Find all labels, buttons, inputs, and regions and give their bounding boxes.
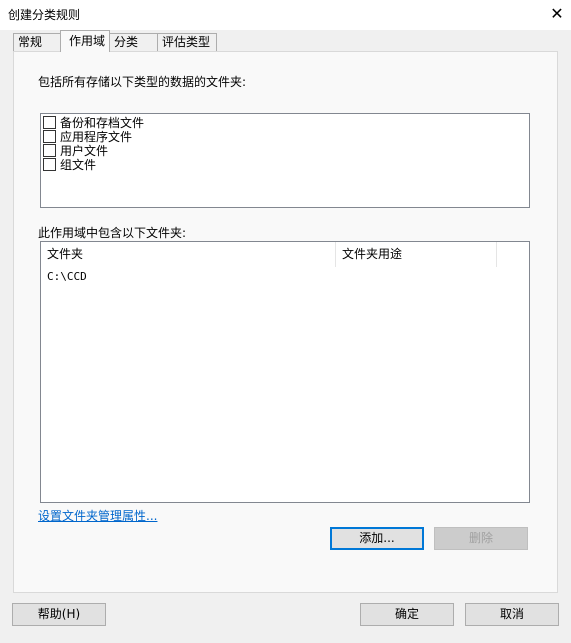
checkbox-label: 备份和存档文件 (60, 116, 145, 130)
checkbox-label: 应用程序文件 (60, 130, 133, 144)
add-button[interactable]: 添加... (330, 527, 424, 550)
folders-list[interactable]: 文件夹 文件夹用途 C:\CCD (40, 241, 530, 503)
folders-label: 此作用域中包含以下文件夹: (38, 226, 187, 240)
window-title: 创建分类规则 (8, 8, 81, 22)
tab-scope-label: 作用域 (69, 34, 106, 48)
tab-panel: 包括所有存储以下类型的数据的文件夹: 备份和存档文件 应用程序文件 用户文件 组… (13, 51, 558, 593)
column-header-usage-label: 文件夹用途 (342, 247, 403, 261)
tab-scope[interactable]: 作用域 (60, 30, 110, 52)
checkbox-box[interactable] (43, 116, 56, 129)
tab-evaluation-type-label: 评估类型 (162, 35, 211, 49)
data-types-list: 备份和存档文件 应用程序文件 用户文件 组文件 (40, 113, 530, 208)
column-header-empty (497, 242, 529, 267)
types-label: 包括所有存储以下类型的数据的文件夹: (38, 75, 247, 89)
folder-management-properties-link[interactable]: 设置文件夹管理属性... (38, 507, 157, 524)
tab-classification-label: 分类 (114, 35, 139, 49)
tab-general-label: 常规 (18, 35, 43, 49)
tab-general[interactable]: 常规 (13, 33, 61, 51)
help-button[interactable]: 帮助(H) (12, 603, 106, 626)
checkbox-label: 用户文件 (60, 144, 109, 158)
remove-button[interactable]: 删除 (434, 527, 528, 550)
ok-button[interactable]: 确定 (360, 603, 454, 626)
checkbox-label: 组文件 (60, 158, 97, 172)
cancel-button[interactable]: 取消 (465, 603, 559, 626)
checkbox-box[interactable] (43, 130, 56, 143)
checkbox-group-files[interactable]: 组文件 (43, 158, 144, 172)
checkbox-backup-archive[interactable]: 备份和存档文件 (43, 116, 144, 130)
column-header-usage[interactable]: 文件夹用途 (336, 242, 497, 267)
checkbox-application-files[interactable]: 应用程序文件 (43, 130, 144, 144)
close-icon[interactable]: ✕ (544, 2, 570, 26)
checkbox-box[interactable] (43, 144, 56, 157)
tab-evaluation-type[interactable]: 评估类型 (157, 33, 217, 51)
table-row[interactable]: C:\CCD (47, 270, 87, 283)
checkbox-box[interactable] (43, 158, 56, 171)
column-header-folder[interactable]: 文件夹 (41, 242, 336, 267)
column-header-folder-label: 文件夹 (47, 247, 84, 261)
tab-classification[interactable]: 分类 (109, 33, 158, 51)
folder-path: C:\CCD (47, 270, 87, 283)
checkbox-user-files[interactable]: 用户文件 (43, 144, 144, 158)
title-bar: 创建分类规则 ✕ (0, 0, 571, 30)
